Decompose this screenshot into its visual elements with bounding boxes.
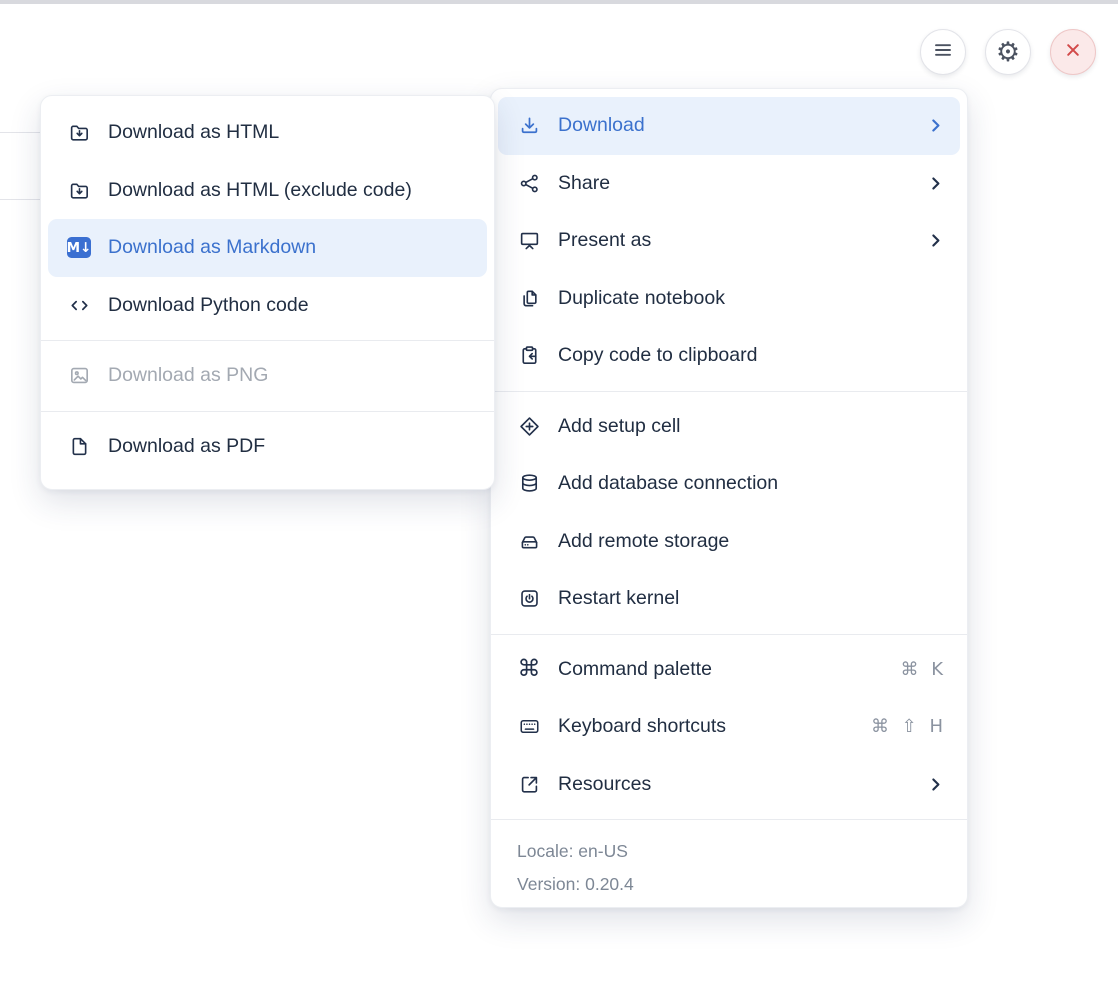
menu-item-label: Download as Markdown [108, 236, 470, 259]
menu-footer: Locale: en-US Version: 0.20.4 [491, 826, 967, 901]
menu-item-resources[interactable]: Resources [491, 756, 967, 814]
keyboard-icon [517, 715, 541, 739]
menu-item-add-setup-cell[interactable]: Add setup cell [491, 398, 967, 456]
locale-info: Locale: en-US [517, 835, 941, 868]
menu-item-download-as-markdown[interactable]: M↓ Download as Markdown [48, 219, 487, 277]
close-button[interactable] [1050, 29, 1096, 75]
menu-item-share[interactable]: Share [491, 155, 967, 213]
menu-item-label: Present as [558, 229, 928, 252]
menu-item-label: Download [558, 114, 928, 137]
image-icon [67, 364, 91, 388]
menu-item-label: Add setup cell [558, 415, 943, 438]
menu-item-copy-code-to-clipboard[interactable]: Copy code to clipboard [491, 327, 967, 385]
chevron-right-icon [928, 233, 943, 248]
clipboard-copy-icon [517, 344, 541, 368]
menu-divider [41, 411, 494, 412]
shortcut-hint: ⌘ K [900, 659, 943, 680]
menu-item-label: Resources [558, 773, 928, 796]
menu-item-keyboard-shortcuts[interactable]: Keyboard shortcuts ⌘ ⇧ H [491, 698, 967, 756]
menu-item-label: Copy code to clipboard [558, 344, 943, 367]
menu-item-download-as-html-exclude-code[interactable]: Download as HTML (exclude code) [41, 162, 494, 220]
menu-item-download-as-html[interactable]: Download as HTML [41, 104, 494, 162]
notebook-actions-menu: Download Share Present as Duplicate note… [490, 88, 968, 908]
hamburger-menu-button[interactable] [920, 29, 966, 75]
chevron-right-icon [928, 118, 943, 133]
share-icon [517, 171, 541, 195]
menu-item-label: Download as HTML [108, 121, 470, 144]
menu-item-download-python-code[interactable]: Download Python code [41, 277, 494, 335]
menu-divider [491, 634, 967, 635]
shortcut-hint: ⌘ ⇧ H [871, 716, 943, 737]
window-top-border [0, 0, 1118, 4]
command-icon: ⌘ [517, 657, 541, 681]
menu-item-download-as-png[interactable]: Download as PNG [41, 347, 494, 405]
menu-item-label: Download as PDF [108, 435, 470, 458]
external-link-icon [517, 772, 541, 796]
menu-item-label: Duplicate notebook [558, 287, 943, 310]
database-icon [517, 472, 541, 496]
background-cell-divider [0, 199, 41, 200]
folder-download-icon [67, 121, 91, 145]
folder-download-icon [67, 178, 91, 202]
menu-item-download[interactable]: Download [498, 97, 960, 155]
markdown-icon: M↓ [67, 236, 91, 260]
download-icon [517, 114, 541, 138]
menu-item-label: Restart kernel [558, 587, 943, 610]
hamburger-menu-icon [931, 38, 955, 67]
menu-item-label: Share [558, 172, 928, 195]
diamond-plus-icon [517, 414, 541, 438]
menu-item-add-remote-storage[interactable]: Add remote storage [491, 513, 967, 571]
menu-item-add-database-connection[interactable]: Add database connection [491, 455, 967, 513]
close-icon [1062, 39, 1084, 66]
menu-item-label: Download as HTML (exclude code) [108, 179, 470, 202]
menu-divider [491, 819, 967, 820]
code-icon [67, 293, 91, 317]
presentation-icon [517, 229, 541, 253]
menu-item-present-as[interactable]: Present as [491, 212, 967, 270]
menu-item-label: Download Python code [108, 294, 470, 317]
menu-item-download-as-pdf[interactable]: Download as PDF [41, 418, 494, 476]
chevron-right-icon [928, 176, 943, 191]
menu-divider [491, 391, 967, 392]
version-info: Version: 0.20.4 [517, 868, 941, 901]
duplicate-icon [517, 286, 541, 310]
settings-button[interactable]: ⚙ [985, 29, 1031, 75]
menu-item-restart-kernel[interactable]: Restart kernel [491, 570, 967, 628]
menu-item-label: Add remote storage [558, 530, 943, 553]
gear-icon: ⚙ [996, 39, 1020, 66]
menu-item-label: Keyboard shortcuts [558, 715, 871, 738]
power-square-icon [517, 587, 541, 611]
menu-item-command-palette[interactable]: ⌘ Command palette ⌘ K [491, 641, 967, 699]
chevron-right-icon [928, 777, 943, 792]
menu-divider [41, 340, 494, 341]
menu-item-label: Download as PNG [108, 364, 470, 387]
menu-item-label: Add database connection [558, 472, 943, 495]
file-icon [67, 434, 91, 458]
menu-item-duplicate-notebook[interactable]: Duplicate notebook [491, 270, 967, 328]
background-cell-divider [0, 132, 41, 133]
menu-item-label: Command palette [558, 658, 900, 681]
download-submenu: Download as HTML Download as HTML (exclu… [40, 95, 495, 490]
storage-drive-icon [517, 529, 541, 553]
